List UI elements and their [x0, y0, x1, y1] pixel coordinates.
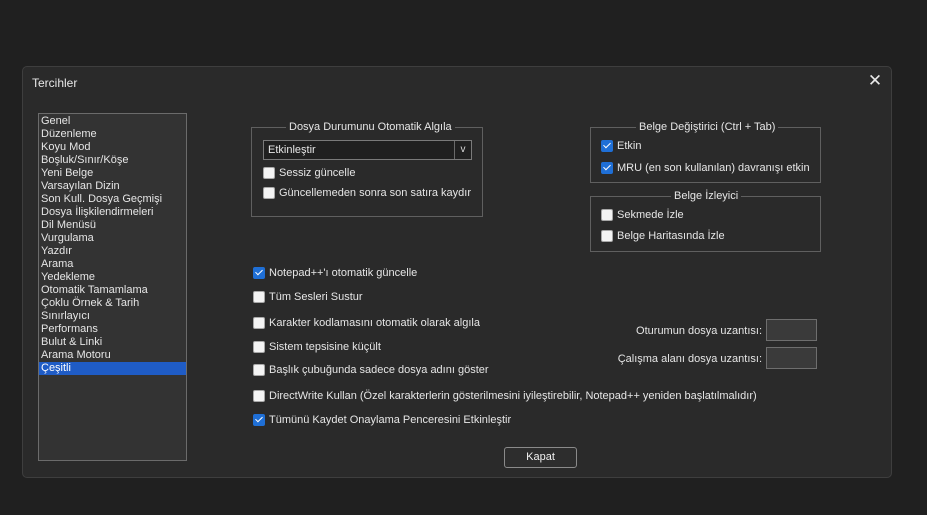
checkbox-box[interactable] — [253, 390, 265, 402]
file-status-group: Dosya Durumunu Otomatik Algıla Etkinleşt… — [251, 121, 483, 217]
category-item[interactable]: Yeni Belge — [39, 167, 186, 180]
mute-sounds-checkbox[interactable]: Tüm Sesleri Sustur — [253, 290, 363, 304]
auto-update-checkbox[interactable]: Notepad++'ı otomatik güncelle — [253, 266, 417, 280]
file-status-legend: Dosya Durumunu Otomatik Algıla — [286, 121, 455, 134]
mru-label: MRU (en son kullanılan) davranışı etkin — [617, 162, 810, 174]
doc-switcher-enabled-checkbox[interactable]: Etkin — [601, 139, 641, 153]
save-all-confirm-checkbox[interactable]: Tümünü Kaydet Onaylama Penceresini Etkin… — [253, 413, 511, 427]
file-status-select[interactable]: Etkinleştir v — [263, 140, 472, 160]
category-item[interactable]: Son Kull. Dosya Geçmişi — [39, 193, 186, 206]
category-item[interactable]: Çeşitli — [39, 362, 186, 375]
doc-monitor-legend: Belge İzleyici — [671, 190, 742, 203]
checkbox-box[interactable] — [253, 317, 265, 329]
save-all-confirm-label: Tümünü Kaydet Onaylama Penceresini Etkin… — [269, 414, 512, 426]
category-item[interactable]: Otomatik Tamamlama — [39, 284, 186, 297]
checkbox-box[interactable] — [253, 267, 265, 279]
minimize-tray-checkbox[interactable]: Sistem tepsisine küçült — [253, 340, 381, 354]
category-item[interactable]: Çoklu Örnek & Tarih — [39, 297, 186, 310]
category-item[interactable]: Boşluk/Sınır/Köşe — [39, 154, 186, 167]
scroll-last-line-label: Güncellemeden sonra son satıra kaydır — [279, 187, 471, 199]
follow-map-label: Belge Haritasında İzle — [617, 230, 725, 242]
checkbox-box[interactable] — [253, 414, 265, 426]
checkbox-box[interactable] — [263, 187, 275, 199]
dialog-title: Tercihler — [32, 76, 78, 90]
follow-map-checkbox[interactable]: Belge Haritasında İzle — [601, 229, 725, 243]
minimize-tray-label: Sistem tepsisine küçült — [269, 341, 381, 353]
doc-switcher-group: Belge Değiştirici (Ctrl + Tab) Etkin MRU… — [590, 121, 821, 183]
category-item[interactable]: Sınırlayıcı — [39, 310, 186, 323]
checkbox-box[interactable] — [601, 230, 613, 242]
chevron-down-icon[interactable]: v — [454, 141, 471, 159]
category-list[interactable]: Genel Düzenleme Koyu Mod Boşluk/Sınır/Köşe Y… — [38, 113, 187, 461]
close-button[interactable]: Kapat — [504, 447, 577, 468]
category-item[interactable]: Dil Menüsü — [39, 219, 186, 232]
category-item[interactable]: Arama — [39, 258, 186, 271]
detect-encoding-label: Karakter kodlamasını otomatik olarak alg… — [269, 317, 480, 329]
auto-update-label: Notepad++'ı otomatik güncelle — [269, 267, 418, 279]
category-item[interactable]: Yazdır — [39, 245, 186, 258]
silent-update-label: Sessiz güncelle — [279, 167, 356, 179]
checkbox-box[interactable] — [263, 167, 275, 179]
checkbox-box[interactable] — [253, 291, 265, 303]
workspace-ext-label: Çalışma alanı dosya uzantısı: — [617, 353, 762, 365]
close-icon[interactable]: ✕ — [867, 72, 883, 89]
checkbox-box[interactable] — [253, 364, 265, 376]
workspace-ext-input[interactable] — [766, 347, 817, 369]
doc-monitor-group: Belge İzleyici Sekmede İzle Belge Harita… — [590, 190, 821, 252]
category-item[interactable]: Genel — [39, 115, 186, 128]
file-status-select-value: Etkinleştir — [268, 144, 316, 156]
directwrite-label: DirectWrite Kullan (Özel karakterlerin g… — [269, 390, 757, 402]
silent-update-checkbox[interactable]: Sessiz güncelle — [263, 166, 355, 180]
category-item[interactable]: Yedekleme — [39, 271, 186, 284]
category-item[interactable]: Koyu Mod — [39, 141, 186, 154]
category-item[interactable]: Arama Motoru — [39, 349, 186, 362]
detect-encoding-checkbox[interactable]: Karakter kodlamasını otomatik olarak alg… — [253, 316, 480, 330]
title-filename-checkbox[interactable]: Başlık çubuğunda sadece dosya adını göst… — [253, 363, 489, 377]
category-item[interactable]: Varsayılan Dizin — [39, 180, 186, 193]
checkbox-box[interactable] — [601, 209, 613, 221]
directwrite-checkbox[interactable]: DirectWrite Kullan (Özel karakterlerin g… — [253, 389, 757, 403]
session-ext-label: Oturumun dosya uzantısı: — [636, 325, 762, 337]
category-item[interactable]: Bulut & Linki — [39, 336, 186, 349]
category-item[interactable]: Vurgulama — [39, 232, 186, 245]
preferences-dialog: Tercihler ✕ Genel Düzenleme Koyu Mod Boşluk… — [22, 66, 892, 478]
checkbox-box[interactable] — [601, 140, 613, 152]
session-ext-input[interactable] — [766, 319, 817, 341]
category-item[interactable]: Performans — [39, 323, 186, 336]
doc-switcher-enabled-label: Etkin — [617, 140, 642, 152]
checkbox-box[interactable] — [601, 162, 613, 174]
doc-switcher-legend: Belge Değiştirici (Ctrl + Tab) — [636, 121, 779, 134]
scroll-last-line-checkbox[interactable]: Güncellemeden sonra son satıra kaydır — [263, 186, 471, 200]
follow-tab-checkbox[interactable]: Sekmede İzle — [601, 208, 684, 222]
mru-checkbox[interactable]: MRU (en son kullanılan) davranışı etkin — [601, 161, 810, 175]
checkbox-box[interactable] — [253, 341, 265, 353]
category-item[interactable]: Dosya İlişkilendirmeleri — [39, 206, 186, 219]
category-item[interactable]: Düzenleme — [39, 128, 186, 141]
mute-sounds-label: Tüm Sesleri Sustur — [269, 291, 363, 303]
follow-tab-label: Sekmede İzle — [617, 209, 684, 221]
title-filename-label: Başlık çubuğunda sadece dosya adını göst… — [269, 364, 489, 376]
